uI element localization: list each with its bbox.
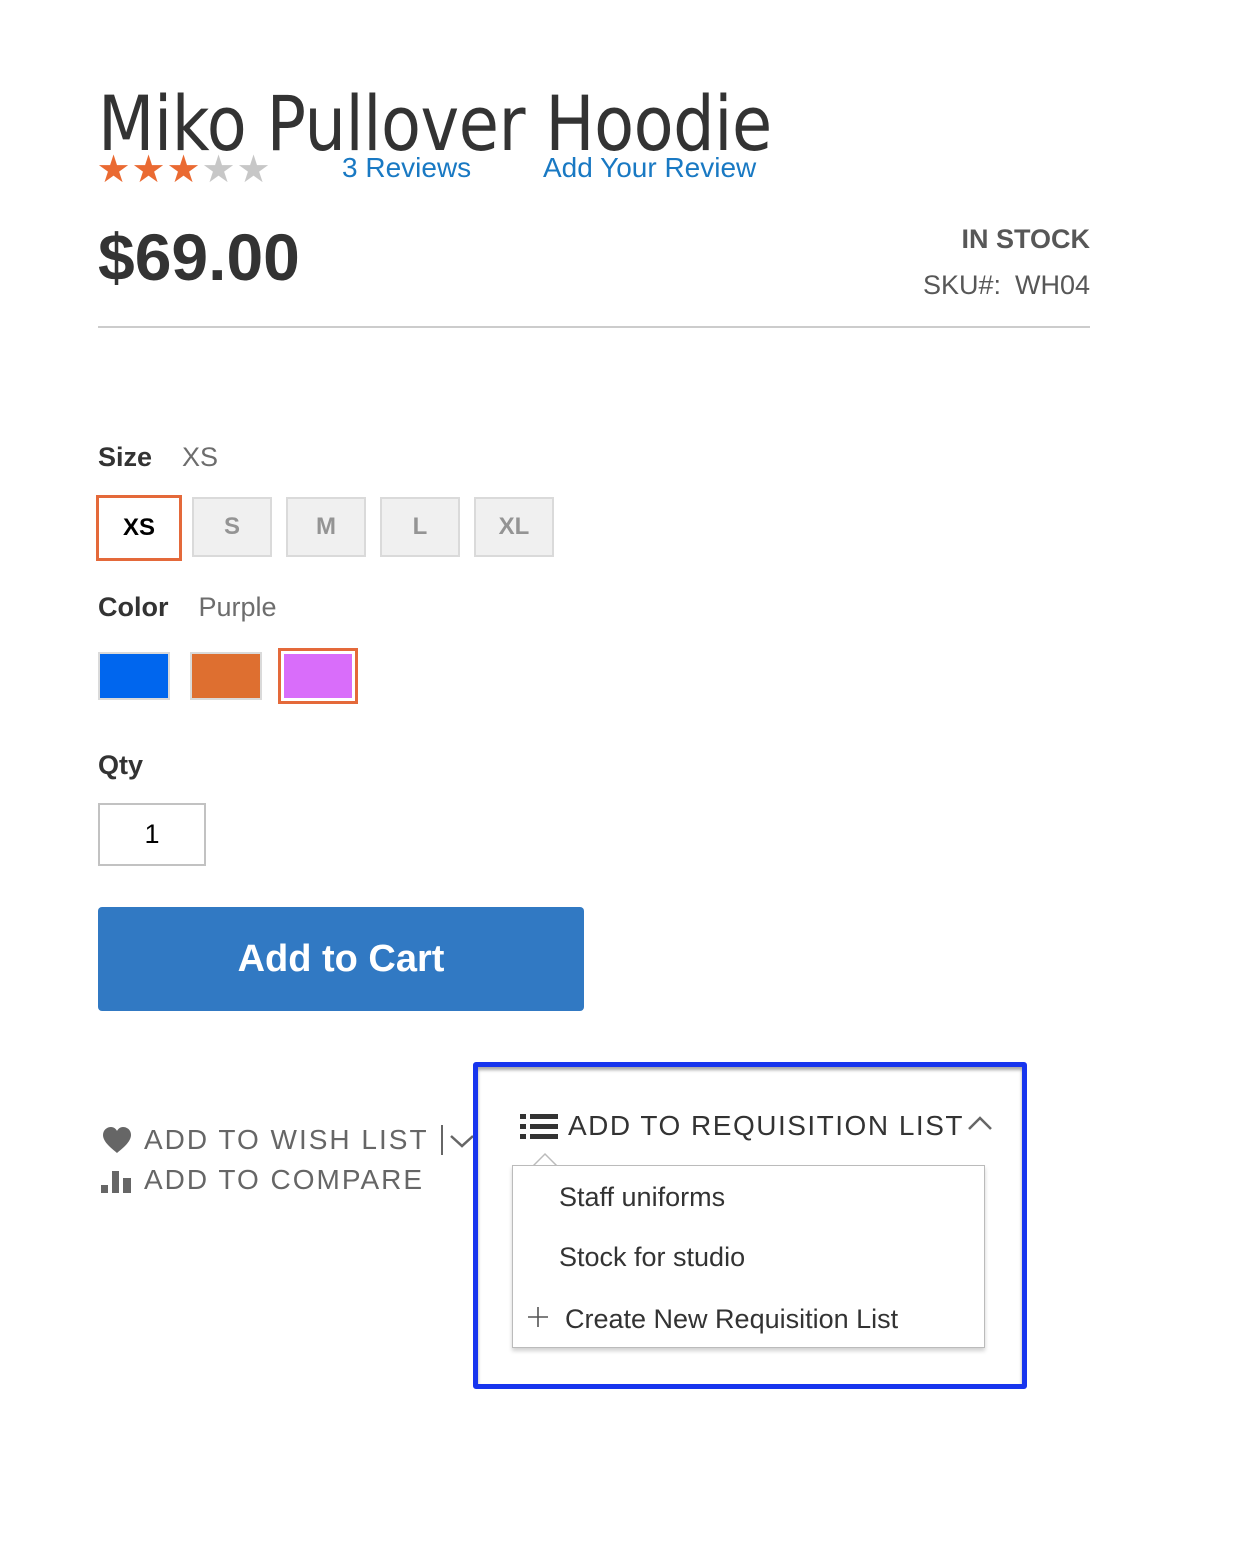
qty-input[interactable] xyxy=(98,803,206,866)
heart-icon xyxy=(100,1126,134,1154)
requisition-dropdown: Staff uniforms Stock for studio Create N… xyxy=(512,1165,985,1348)
add-to-requisition-list-button[interactable]: ADD TO REQUISITION LIST xyxy=(520,1110,964,1142)
color-swatch-purple[interactable] xyxy=(278,648,358,704)
chevron-down-icon[interactable] xyxy=(449,1124,475,1156)
sku-value: WH04 xyxy=(1014,270,1090,300)
star-empty-icon: ★ xyxy=(236,149,271,191)
create-requisition-list-button[interactable]: Create New Requisition List xyxy=(523,1302,898,1336)
sku-label: SKU#: xyxy=(922,270,1001,300)
add-to-cart-button[interactable]: Add to Cart xyxy=(98,907,584,1011)
create-requisition-label: Create New Requisition List xyxy=(565,1303,899,1334)
compare-label: ADD TO COMPARE xyxy=(144,1164,425,1195)
list-icon xyxy=(520,1112,558,1140)
star-empty-icon: ★ xyxy=(201,149,236,191)
requisition-item[interactable]: Stock for studio xyxy=(559,1242,745,1273)
add-review-link[interactable]: Add Your Review xyxy=(543,152,756,184)
requisition-label: ADD TO REQUISITION LIST xyxy=(568,1110,964,1141)
size-swatch-m[interactable]: M xyxy=(286,497,366,557)
chevron-up-icon[interactable] xyxy=(966,1114,994,1137)
star-filled-icon: ★ xyxy=(166,149,201,191)
color-swatch-orange[interactable] xyxy=(190,652,262,700)
wish-list-label: ADD TO WISH LIST xyxy=(144,1124,429,1155)
star-filled-icon: ★ xyxy=(96,149,131,191)
color-option-label: Color Purple xyxy=(98,592,277,623)
size-swatch-xs[interactable]: XS xyxy=(96,495,182,561)
size-swatch-l[interactable]: L xyxy=(380,497,460,557)
bar-chart-icon xyxy=(100,1166,134,1194)
sku: SKU#: WH04 xyxy=(923,270,1090,301)
stock-status: IN STOCK xyxy=(961,224,1090,254)
size-swatch-xl[interactable]: XL xyxy=(474,497,554,557)
size-swatch-s[interactable]: S xyxy=(192,497,272,557)
rating-stars: ★ ★ ★ ★ ★ xyxy=(96,150,271,190)
product-price: $69.00 xyxy=(98,220,300,294)
add-to-wish-list-link[interactable]: ADD TO WISH LIST xyxy=(100,1124,475,1156)
color-swatches xyxy=(98,648,378,704)
separator xyxy=(440,1125,443,1155)
plus-icon xyxy=(523,1302,553,1336)
requisition-item[interactable]: Staff uniforms xyxy=(559,1182,725,1213)
color-label: Color xyxy=(98,592,169,622)
size-label: Size xyxy=(98,442,153,472)
divider xyxy=(98,326,1090,328)
color-swatch-blue[interactable] xyxy=(98,652,170,700)
qty-label: Qty xyxy=(98,750,144,780)
star-filled-icon: ★ xyxy=(131,149,166,191)
size-option-label: Size XS xyxy=(98,442,218,473)
add-to-compare-link[interactable]: ADD TO COMPARE xyxy=(100,1164,424,1196)
color-selected-value: Purple xyxy=(198,592,277,622)
size-selected-value: XS xyxy=(182,442,219,472)
size-swatches: XS S M L XL xyxy=(96,495,568,561)
reviews-link[interactable]: 3 Reviews xyxy=(342,152,471,184)
